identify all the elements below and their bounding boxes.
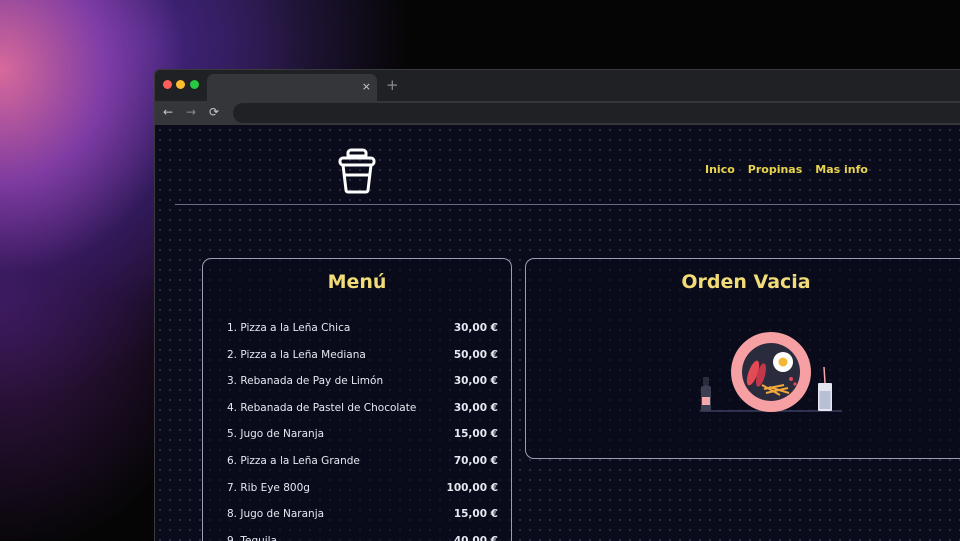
- tab-close-icon[interactable]: ×: [362, 79, 371, 95]
- close-window-button[interactable]: [163, 80, 172, 89]
- menu-item-name: 7. Rib Eye 800g: [227, 481, 310, 494]
- menu-item-name: 3. Rebanada de Pay de Limón: [227, 375, 384, 388]
- menu-item-name: 5. Jugo de Naranja: [227, 428, 325, 441]
- tab-bar: × +: [155, 70, 960, 101]
- nav-link-inicio[interactable]: Inico: [705, 163, 735, 176]
- menu-title: Menú: [327, 271, 387, 293]
- menu-item[interactable]: 4. Rebanada de Pastel de Chocolate 30,00 …: [227, 400, 498, 427]
- menu-item[interactable]: 8. Jugo de Naranja 15,00 €: [227, 506, 498, 533]
- page-viewport: Inico Propinas Mas info Menú 1. Pizza a …: [155, 125, 960, 541]
- minimize-window-button[interactable]: [176, 80, 185, 89]
- main-nav: Inico Propinas Mas info: [705, 163, 868, 176]
- plate-icon: [731, 332, 811, 412]
- menu-list: 1. Pizza a la Leña Chica 30,00 € 2. Pizza…: [227, 320, 498, 541]
- cup-icon[interactable]: [337, 148, 377, 194]
- menu-item-name: 8. Jugo de Naranja: [227, 508, 325, 521]
- browser-toolbar: ← → ⟳: [155, 101, 960, 125]
- menu-item-name: 6. Pizza a la Leña Grande: [227, 454, 360, 467]
- menu-item-name: 4. Rebanada de Pastel de Chocolate: [227, 401, 417, 414]
- browser-window: × + ← → ⟳ Inico Propinas Mas info Menú 1…: [154, 69, 960, 541]
- menu-item-price: 15,00 €: [453, 508, 498, 521]
- nav-link-propinas[interactable]: Propinas: [748, 163, 803, 176]
- menu-item[interactable]: 5. Jugo de Naranja 15,00 €: [227, 426, 498, 453]
- menu-card: Menú 1. Pizza a la Leña Chica 30,00 € 2. …: [202, 258, 512, 541]
- nav-link-mas-info[interactable]: Mas info: [815, 163, 868, 176]
- menu-item[interactable]: 2. Pizza a la Leña Mediana 50,00 €: [227, 347, 498, 374]
- menu-item-name: 2. Pizza a la Leña Mediana: [227, 348, 366, 361]
- drink-glass-icon: [818, 366, 832, 411]
- menu-item-price: 70,00 €: [453, 454, 498, 467]
- header-divider: [175, 204, 960, 205]
- menu-item[interactable]: 7. Rib Eye 800g 100,00 €: [227, 480, 498, 507]
- new-tab-button[interactable]: +: [386, 76, 399, 94]
- address-bar[interactable]: [233, 103, 960, 123]
- reload-icon[interactable]: ⟳: [209, 104, 219, 120]
- menu-item-price: 100,00 €: [446, 481, 498, 494]
- sauce-bottle-icon: [701, 377, 711, 411]
- browser-tab[interactable]: ×: [207, 74, 377, 101]
- menu-item[interactable]: 1. Pizza a la Leña Chica 30,00 €: [227, 320, 498, 347]
- menu-item-price: 50,00 €: [453, 348, 498, 361]
- menu-item-price: 30,00 €: [453, 401, 498, 414]
- order-title: Orden Vacia: [681, 271, 811, 293]
- menu-item[interactable]: 3. Rebanada de Pay de Limón 30,00 €: [227, 373, 498, 400]
- menu-item-price: 15,00 €: [453, 428, 498, 441]
- back-icon[interactable]: ←: [163, 104, 173, 120]
- empty-plate-illustration: [700, 332, 842, 412]
- menu-item-name: 1. Pizza a la Leña Chica: [227, 322, 351, 334]
- menu-item-price: 30,00 €: [453, 375, 498, 388]
- menu-item-price: 30,00 €: [453, 322, 498, 334]
- maximize-window-button[interactable]: [190, 80, 199, 89]
- menu-item[interactable]: 6. Pizza a la Leña Grande 70,00 €: [227, 453, 498, 480]
- forward-icon[interactable]: →: [186, 104, 196, 120]
- order-card: Orden Vacia: [525, 258, 960, 459]
